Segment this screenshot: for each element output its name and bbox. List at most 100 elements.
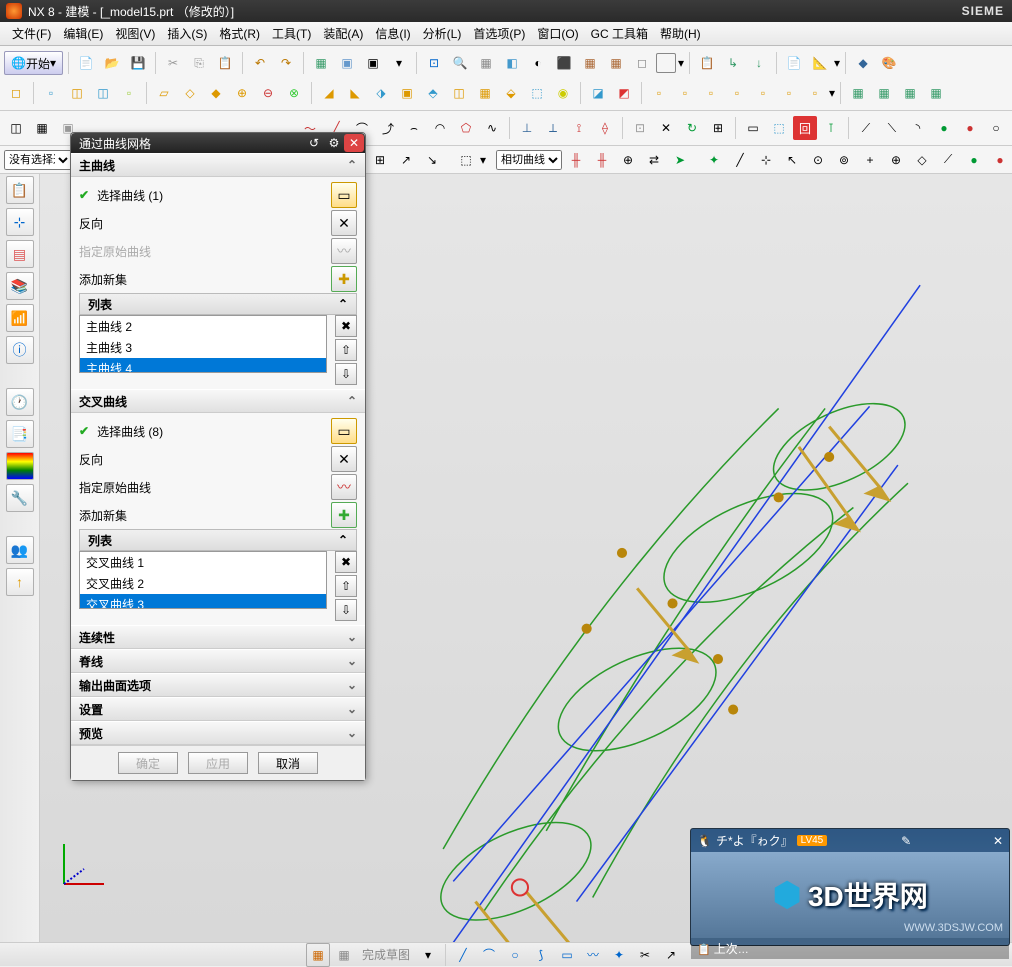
shade5-icon[interactable]: ▦ xyxy=(604,51,628,75)
sketch-finish-icon[interactable]: ▦ xyxy=(306,943,330,967)
pref2-icon[interactable]: 🎨 xyxy=(877,51,901,75)
rect-icon[interactable]: ▭ xyxy=(741,116,765,140)
no-selection-filter-dropdown[interactable]: 没有选择过 xyxy=(4,150,72,170)
shell-icon[interactable]: ▣ xyxy=(395,81,419,105)
zoom-icon[interactable]: 🔍 xyxy=(448,51,472,75)
wcs-icon[interactable]: ↳ xyxy=(721,51,745,75)
mesh4-icon[interactable]: ▦ xyxy=(924,81,948,105)
orig-cross-button[interactable]: 〰 xyxy=(331,474,357,500)
subtract-icon[interactable]: ⊖ xyxy=(256,81,280,105)
mode-icon[interactable]: 📐 xyxy=(808,51,832,75)
qq-edit-icon[interactable]: ✎ xyxy=(901,834,911,848)
geo1-icon[interactable]: ⟋ xyxy=(854,116,878,140)
help-icon[interactable]: ◆ xyxy=(851,51,875,75)
start-button[interactable]: 🌐 开始 ▾ xyxy=(4,51,63,75)
list-item[interactable]: 主曲线 3 xyxy=(80,337,326,358)
snap11-icon[interactable]: ● xyxy=(962,148,986,172)
menu-analyze[interactable]: 分析(L) xyxy=(419,23,466,44)
menu-assembly[interactable]: 装配(A) xyxy=(319,23,367,44)
geo6-icon[interactable]: ○ xyxy=(984,116,1008,140)
list-up-button[interactable]: ⇧ xyxy=(335,339,357,361)
apply-button[interactable]: 应用 xyxy=(188,752,248,774)
add-set-cross-button[interactable]: ✚ xyxy=(331,502,357,528)
chamfer-icon[interactable]: ⬗ xyxy=(369,81,393,105)
paste-icon[interactable]: 📋 xyxy=(213,51,237,75)
st-circle-icon[interactable]: ○ xyxy=(503,943,527,967)
menu-window[interactable]: 窗口(O) xyxy=(533,23,582,44)
orig-primary-button[interactable]: 〰 xyxy=(331,238,357,264)
menu-gc-toolbox[interactable]: GC 工具箱 xyxy=(587,23,652,44)
geo3-icon[interactable]: ◝ xyxy=(906,116,930,140)
snap5-icon[interactable]: ⊙ xyxy=(806,148,830,172)
sel1-icon[interactable]: ⊞ xyxy=(368,148,392,172)
pt-icon[interactable]: ◫ xyxy=(4,116,28,140)
prefs-icon[interactable]: 📄 xyxy=(782,51,806,75)
list-item[interactable]: 交叉曲线 3 xyxy=(80,594,326,609)
primary-curve-list[interactable]: 主曲线 2 主曲线 3 主曲线 4 xyxy=(79,315,327,373)
snap12-icon[interactable]: ● xyxy=(988,148,1012,172)
mesh3-icon[interactable]: ▦ xyxy=(898,81,922,105)
crv6-icon[interactable]: ◠ xyxy=(428,116,452,140)
surf2-icon[interactable]: ◩ xyxy=(612,81,636,105)
fillet-icon[interactable]: ◣ xyxy=(343,81,367,105)
tab-history-icon[interactable]: 🕐 xyxy=(6,388,34,416)
rule3-icon[interactable]: ⊕ xyxy=(616,148,640,172)
datum-csys-icon[interactable]: ◆ xyxy=(204,81,228,105)
ok-button[interactable]: 确定 xyxy=(118,752,178,774)
select-primary-curve-button[interactable]: ▭ xyxy=(331,182,357,208)
dialog-reset-icon[interactable]: ↺ xyxy=(304,134,324,152)
st-rect-icon[interactable]: ▭ xyxy=(555,943,579,967)
geo5-icon[interactable]: ● xyxy=(958,116,982,140)
cross-curve-list[interactable]: 交叉曲线 1 交叉曲线 2 交叉曲线 3 xyxy=(79,551,327,609)
cmd-icon[interactable]: ▣ xyxy=(361,51,385,75)
menu-prefs[interactable]: 首选项(P) xyxy=(469,23,529,44)
menu-view[interactable]: 视图(V) xyxy=(111,23,159,44)
snap9-icon[interactable]: ◇ xyxy=(910,148,934,172)
list-item[interactable]: 主曲线 4 xyxy=(80,358,326,373)
list-delete-button[interactable]: ✖ xyxy=(335,551,357,573)
mesh1-icon[interactable]: ▦ xyxy=(846,81,870,105)
shade1-icon[interactable]: ◧ xyxy=(500,51,524,75)
st-spline-icon[interactable]: 〰 xyxy=(581,943,605,967)
menu-tools[interactable]: 工具(T) xyxy=(268,23,315,44)
dim1-icon[interactable]: ⊥ xyxy=(515,116,539,140)
unite-icon[interactable]: ⊕ xyxy=(230,81,254,105)
tab-assembly-icon[interactable]: ⊹ xyxy=(6,208,34,236)
section-settings[interactable]: 设置⌄ xyxy=(71,697,365,721)
trim-icon[interactable]: ◢ xyxy=(317,81,341,105)
tab-color-icon[interactable] xyxy=(6,452,34,480)
surf1-icon[interactable]: ◪ xyxy=(586,81,610,105)
tool-icon[interactable]: ▦ xyxy=(309,51,333,75)
undo-icon[interactable]: ↶ xyxy=(248,51,272,75)
list-item[interactable]: 主曲线 2 xyxy=(80,316,326,337)
tab-process-icon[interactable]: 📑 xyxy=(6,420,34,448)
open-icon[interactable]: 📂 xyxy=(100,51,124,75)
menu-info[interactable]: 信息(I) xyxy=(371,23,414,44)
dropdown-icon[interactable]: ▾ xyxy=(387,51,411,75)
list-item[interactable]: 交叉曲线 2 xyxy=(80,573,326,594)
intersect-icon[interactable]: ⊗ xyxy=(282,81,306,105)
qq-close-icon[interactable]: ✕ xyxy=(993,834,1003,848)
dim2-icon[interactable]: ⟂ xyxy=(541,116,565,140)
shade2-icon[interactable]: ◐ xyxy=(526,51,550,75)
snap6-icon[interactable]: ⊚ xyxy=(832,148,856,172)
qq-notification-overlay[interactable]: 🐧 チ*よ『ゎク』 LV45 ✎ ✕ ⬢ 3D世界网 WWW.3DSJW.COM… xyxy=(690,828,1010,946)
datum-axis-icon[interactable]: ◇ xyxy=(178,81,202,105)
con3-icon[interactable]: ↻ xyxy=(680,116,704,140)
new-icon[interactable]: 📄 xyxy=(74,51,98,75)
curve-rule-dropdown[interactable]: 相切曲线 xyxy=(496,150,562,170)
box4-icon[interactable]: ▫ xyxy=(725,81,749,105)
geo4-icon[interactable]: ● xyxy=(932,116,956,140)
copy-icon[interactable]: ⎘ xyxy=(187,51,211,75)
crv7-icon[interactable]: ∿ xyxy=(480,116,504,140)
reverse-primary-button[interactable]: ✕ xyxy=(331,210,357,236)
dialog-close-icon[interactable]: ✕ xyxy=(344,134,364,152)
menu-help[interactable]: 帮助(H) xyxy=(656,23,705,44)
tool2-icon[interactable]: ▣ xyxy=(335,51,359,75)
offset-icon[interactable]: ◫ xyxy=(447,81,471,105)
save-icon[interactable]: 💾 xyxy=(126,51,150,75)
cross-list-header[interactable]: 列表⌃ xyxy=(79,529,357,551)
box6-icon[interactable]: ▫ xyxy=(777,81,801,105)
tab-part-navigator-icon[interactable]: 📋 xyxy=(6,176,34,204)
mesh2-icon[interactable]: ▦ xyxy=(872,81,896,105)
